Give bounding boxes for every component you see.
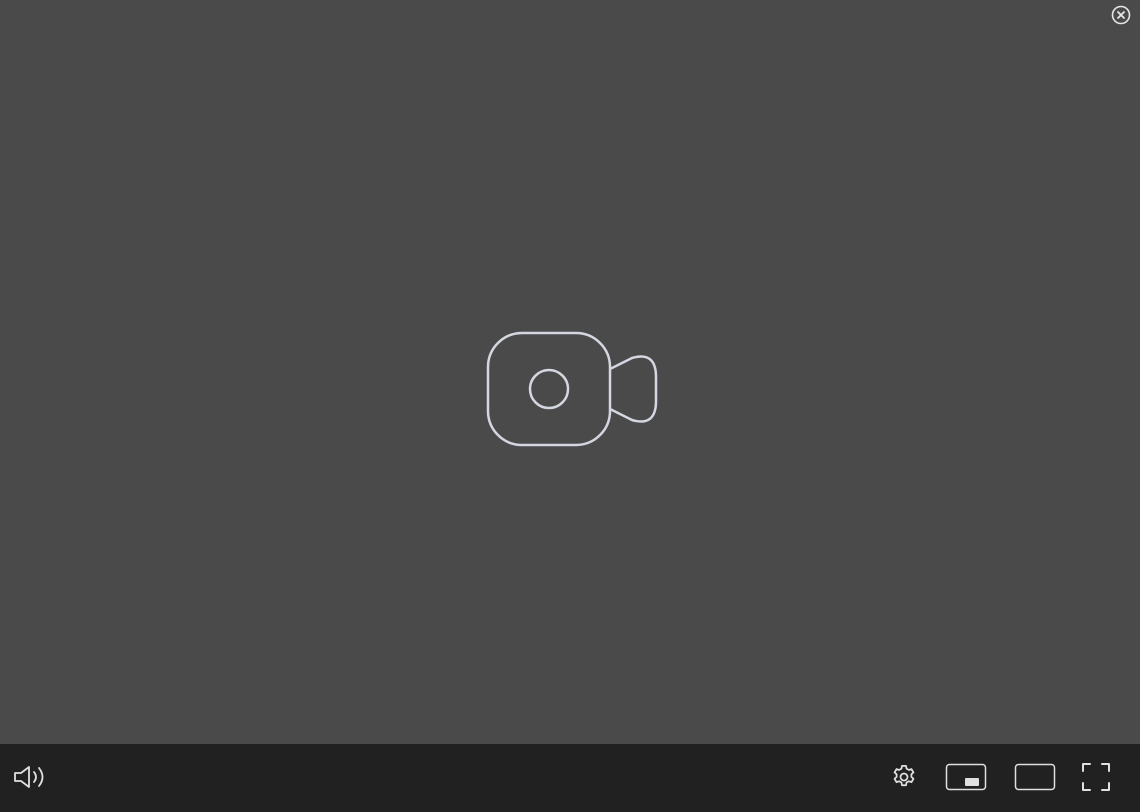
gear-icon (893, 765, 915, 787)
theater-mode-button[interactable] (1008, 744, 1062, 810)
theater-icon (1014, 763, 1056, 791)
volume-icon (14, 766, 44, 788)
close-button[interactable] (1110, 4, 1132, 26)
pip-icon (945, 763, 987, 791)
video-stage[interactable] (0, 0, 1140, 744)
video-placeholder (486, 331, 658, 447)
fullscreen-icon (1082, 763, 1110, 791)
fullscreen-button[interactable] (1074, 744, 1118, 810)
player-toolbar (0, 744, 1140, 812)
video-camera-icon (486, 331, 658, 447)
video-player (0, 0, 1140, 812)
settings-button[interactable] (882, 744, 926, 810)
picture-in-picture-button[interactable] (940, 744, 992, 810)
volume-button[interactable] (6, 744, 54, 810)
close-circle-icon (1111, 5, 1131, 25)
